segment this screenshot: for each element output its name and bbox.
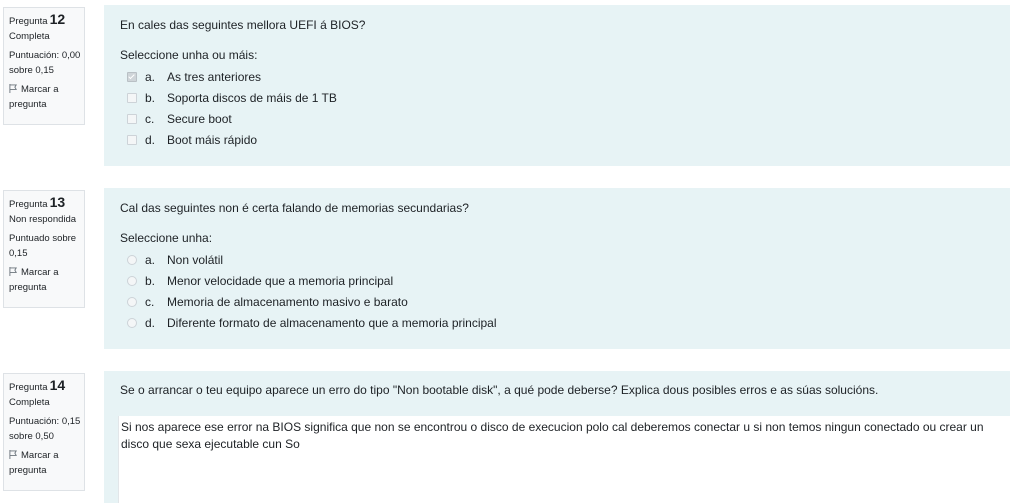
radio-button[interactable] (127, 275, 137, 286)
question-state: Completa (9, 397, 50, 408)
checkbox[interactable] (127, 134, 137, 145)
flag-icon (9, 84, 17, 93)
checkbox[interactable] (127, 113, 137, 124)
answer-option-b[interactable]: b. Menor velocidade que a memoria princi… (120, 270, 994, 291)
radio-button[interactable] (127, 317, 137, 328)
answer-option-c[interactable]: c. Memoria de almacenamento masivo e bar… (120, 291, 994, 312)
question-text: Se o arrancar o teu equipo aparece un er… (120, 383, 879, 397)
question-info: Pregunta 13 Non respondida Puntuado sobre… (3, 190, 85, 308)
question-label: Pregunta (9, 382, 48, 393)
answer-option-a[interactable]: a. As tres anteriores (120, 66, 994, 87)
flag-question-link[interactable]: Marcar a pregunta (9, 265, 84, 295)
question-content: En cales das seguintes mellora UEFI á BI… (104, 5, 1010, 166)
answer-prompt: Seleccione unha ou máis: (120, 48, 258, 62)
answer-list: a. As tres anteriores b. Soporta discos … (120, 66, 994, 150)
question-content: Cal das seguintes non é certa falando de… (104, 188, 1010, 349)
answer-list: a. Non volátil b. Menor velocidade que a… (120, 249, 994, 333)
question-info: Pregunta 12 Completa Puntuación: 0,00 sobr… (3, 7, 85, 125)
question-info: Pregunta 14 Completa Puntuación: 0,15 sobr… (3, 373, 85, 491)
question-number: 14 (49, 377, 66, 393)
question-grade: Puntuación: 0,15 sobre 0,50 (9, 416, 81, 442)
checkbox[interactable] (127, 92, 137, 103)
radio-button[interactable] (127, 296, 137, 307)
answer-prompt: Seleccione unha: (120, 231, 213, 245)
question-state: Completa (9, 31, 50, 42)
essay-response-text: Si nos aparece ese error na BIOS signifi… (121, 420, 984, 451)
question-state: Non respondida (9, 214, 77, 225)
question-label: Pregunta (9, 16, 48, 27)
question-grade: Puntuado sobre 0,15 (9, 233, 77, 259)
answer-option-d[interactable]: d. Boot máis rápido (120, 129, 994, 150)
question-number-line: Pregunta 13 (9, 195, 84, 212)
question-grade: Puntuación: 0,00 sobre 0,15 (9, 50, 81, 76)
question-number-line: Pregunta 14 (9, 378, 84, 395)
question-text: Cal das seguintes non é certa falando de… (120, 201, 469, 215)
essay-response-area[interactable]: Si nos aparece ese error na BIOS signifi… (118, 416, 1010, 503)
question-number: 13 (49, 194, 66, 210)
flag-icon (9, 267, 17, 276)
answer-option-c[interactable]: c. Secure boot (120, 108, 994, 129)
checkbox-checked[interactable] (127, 71, 137, 82)
answer-option-b[interactable]: b. Soporta discos de máis de 1 TB (120, 87, 994, 108)
question-text: En cales das seguintes mellora UEFI á BI… (120, 18, 366, 32)
radio-button[interactable] (127, 254, 137, 265)
flag-question-link[interactable]: Marcar a pregunta (9, 82, 84, 112)
question-number: 12 (49, 11, 66, 27)
flag-question-link[interactable]: Marcar a pregunta (9, 448, 84, 478)
question-number-line: Pregunta 12 (9, 12, 84, 29)
flag-icon (9, 450, 17, 459)
answer-option-d[interactable]: d. Diferente formato de almacenamento qu… (120, 312, 994, 333)
question-label: Pregunta (9, 199, 48, 210)
answer-option-a[interactable]: a. Non volátil (120, 249, 994, 270)
